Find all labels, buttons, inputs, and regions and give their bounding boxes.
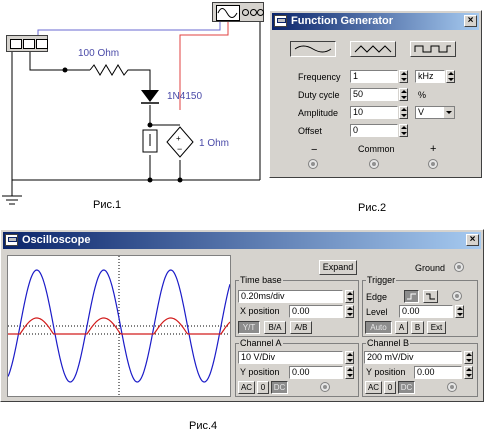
frequency-label: Frequency (298, 72, 341, 82)
minus-terminal-label: − (311, 144, 318, 156)
sine-wave-button[interactable] (290, 41, 336, 57)
sine-wave-icon (294, 45, 332, 53)
oscilloscope-screen (7, 255, 231, 397)
level-spinner[interactable] (455, 305, 464, 318)
edge-label: Edge (366, 292, 388, 302)
common-terminal-label: Common (358, 144, 395, 154)
minus-terminal[interactable] (308, 159, 318, 169)
channel-b-scale-spinner[interactable] (464, 351, 473, 364)
channel-b-zero-button[interactable]: 0 (384, 381, 396, 394)
offset-input[interactable]: 0 (350, 124, 398, 137)
duty-cycle-unit: % (418, 90, 427, 100)
frequency-unit-field[interactable]: kHz (415, 70, 445, 83)
channel-a-ypos-spinner[interactable] (345, 366, 354, 379)
trigger-title: Trigger (366, 275, 397, 285)
window-icon (5, 234, 18, 246)
amplitude-spinner[interactable] (399, 106, 408, 119)
mode-yt-button[interactable]: Y/T (238, 321, 260, 334)
channel-b-ac-button[interactable]: AC (365, 381, 382, 394)
time-base-title: Time base (239, 275, 283, 285)
channel-a-zero-button[interactable]: 0 (257, 381, 269, 394)
level-label: Level (366, 307, 388, 317)
mode-ba-button[interactable]: B/A (264, 321, 286, 334)
function-generator-titlebar[interactable]: Function Generator × (272, 13, 479, 30)
ground-label: Ground (415, 263, 446, 273)
expand-button[interactable]: Expand (319, 260, 357, 275)
chevron-down-icon[interactable] (444, 107, 454, 118)
mode-ab-button[interactable]: A/B (290, 321, 312, 334)
offset-spinner[interactable] (399, 124, 408, 137)
duty-cycle-input[interactable]: 50 (350, 88, 398, 101)
amplitude-input[interactable]: 10 (350, 106, 398, 119)
square-wave-button[interactable] (410, 41, 456, 57)
trigger-a-button[interactable]: A (395, 321, 408, 334)
close-button[interactable]: × (464, 15, 477, 27)
channel-b-terminal[interactable] (447, 382, 457, 392)
edge-rising-button[interactable] (404, 290, 419, 303)
time-base-input[interactable]: 0.20ms/div (238, 290, 343, 303)
time-base-spinner[interactable] (345, 290, 354, 303)
channel-a-scale-input[interactable]: 10 V/Div (238, 351, 343, 364)
function-generator-instrument-icon[interactable] (212, 2, 264, 22)
triangle-wave-button[interactable] (350, 41, 396, 57)
falling-edge-icon (426, 293, 435, 300)
channel-a-scale-spinner[interactable] (345, 351, 354, 364)
edge-falling-button[interactable] (423, 290, 438, 303)
amplitude-unit-select[interactable]: V (415, 106, 455, 119)
waveform-display (8, 256, 230, 396)
window-title: Oscilloscope (22, 234, 91, 246)
resistor-label: 100 Ohm (78, 48, 120, 59)
duty-cycle-label: Duty cycle (298, 90, 340, 100)
oscilloscope-titlebar[interactable]: Oscilloscope × (3, 232, 481, 249)
level-input[interactable]: 0.00 (399, 305, 453, 318)
rising-edge-icon (407, 293, 416, 300)
window-title: Function Generator (291, 15, 394, 27)
channel-a-title: Channel A (239, 338, 283, 348)
circuit-schematic: + − (2, 16, 261, 205)
x-position-input[interactable]: 0.00 (289, 305, 343, 318)
frequency-input[interactable]: 1 (350, 70, 398, 83)
offset-label: Offset (298, 126, 322, 136)
x-position-spinner[interactable] (345, 305, 354, 318)
trigger-ext-button[interactable]: Ext (427, 321, 446, 334)
channel-b-title: Channel B (366, 338, 411, 348)
channel-b-ypos-label: Y position (366, 367, 406, 377)
source-label: 1 Ohm (199, 138, 230, 149)
channel-b-ypos-input[interactable]: 0.00 (414, 366, 462, 379)
function-generator-window: Function Generator × Frequency 1 kHz Dut… (269, 10, 482, 178)
figure-1-caption: Рис.1 (93, 199, 122, 211)
common-terminal[interactable] (369, 159, 379, 169)
figure-4-caption: Рис.4 (189, 420, 218, 432)
svg-text:+: + (176, 134, 181, 143)
ground-terminal[interactable] (454, 262, 464, 272)
channel-b-dc-button[interactable]: DC (398, 381, 415, 394)
channel-b-scale-input[interactable]: 200 mV/Div (364, 351, 462, 364)
channel-a-ypos-label: Y position (240, 367, 280, 377)
channel-a-dc-button[interactable]: DC (271, 381, 288, 394)
amplitude-unit-value: V (418, 107, 425, 117)
plus-terminal[interactable] (428, 159, 438, 169)
channel-a-terminal[interactable] (320, 382, 330, 392)
amplitude-label: Amplitude (298, 108, 339, 118)
duty-cycle-spinner[interactable] (399, 88, 408, 101)
diode-label: 1N4150 (167, 91, 203, 102)
channel-a-ypos-input[interactable]: 0.00 (289, 366, 343, 379)
triangle-wave-icon (354, 45, 392, 53)
window-icon (274, 15, 287, 27)
frequency-unit-spinner[interactable] (446, 70, 455, 83)
oscilloscope-instrument-icon[interactable] (6, 35, 48, 52)
channel-a-ac-button[interactable]: AC (238, 381, 255, 394)
x-position-label: X position (240, 306, 280, 316)
figure-2-caption: Рис.2 (358, 202, 387, 214)
trigger-auto-button[interactable]: Auto (365, 321, 392, 334)
plus-terminal-label: + (430, 143, 437, 155)
oscilloscope-window: Oscilloscope × Expand Ground Time base 0… (0, 229, 484, 402)
square-wave-icon (414, 45, 451, 53)
channel-b-ypos-spinner[interactable] (464, 366, 473, 379)
close-button[interactable]: × (466, 234, 479, 246)
trigger-ext-terminal[interactable] (452, 291, 462, 301)
svg-text:−: − (177, 144, 182, 154)
frequency-spinner[interactable] (399, 70, 408, 83)
trigger-b-button[interactable]: B (411, 321, 424, 334)
